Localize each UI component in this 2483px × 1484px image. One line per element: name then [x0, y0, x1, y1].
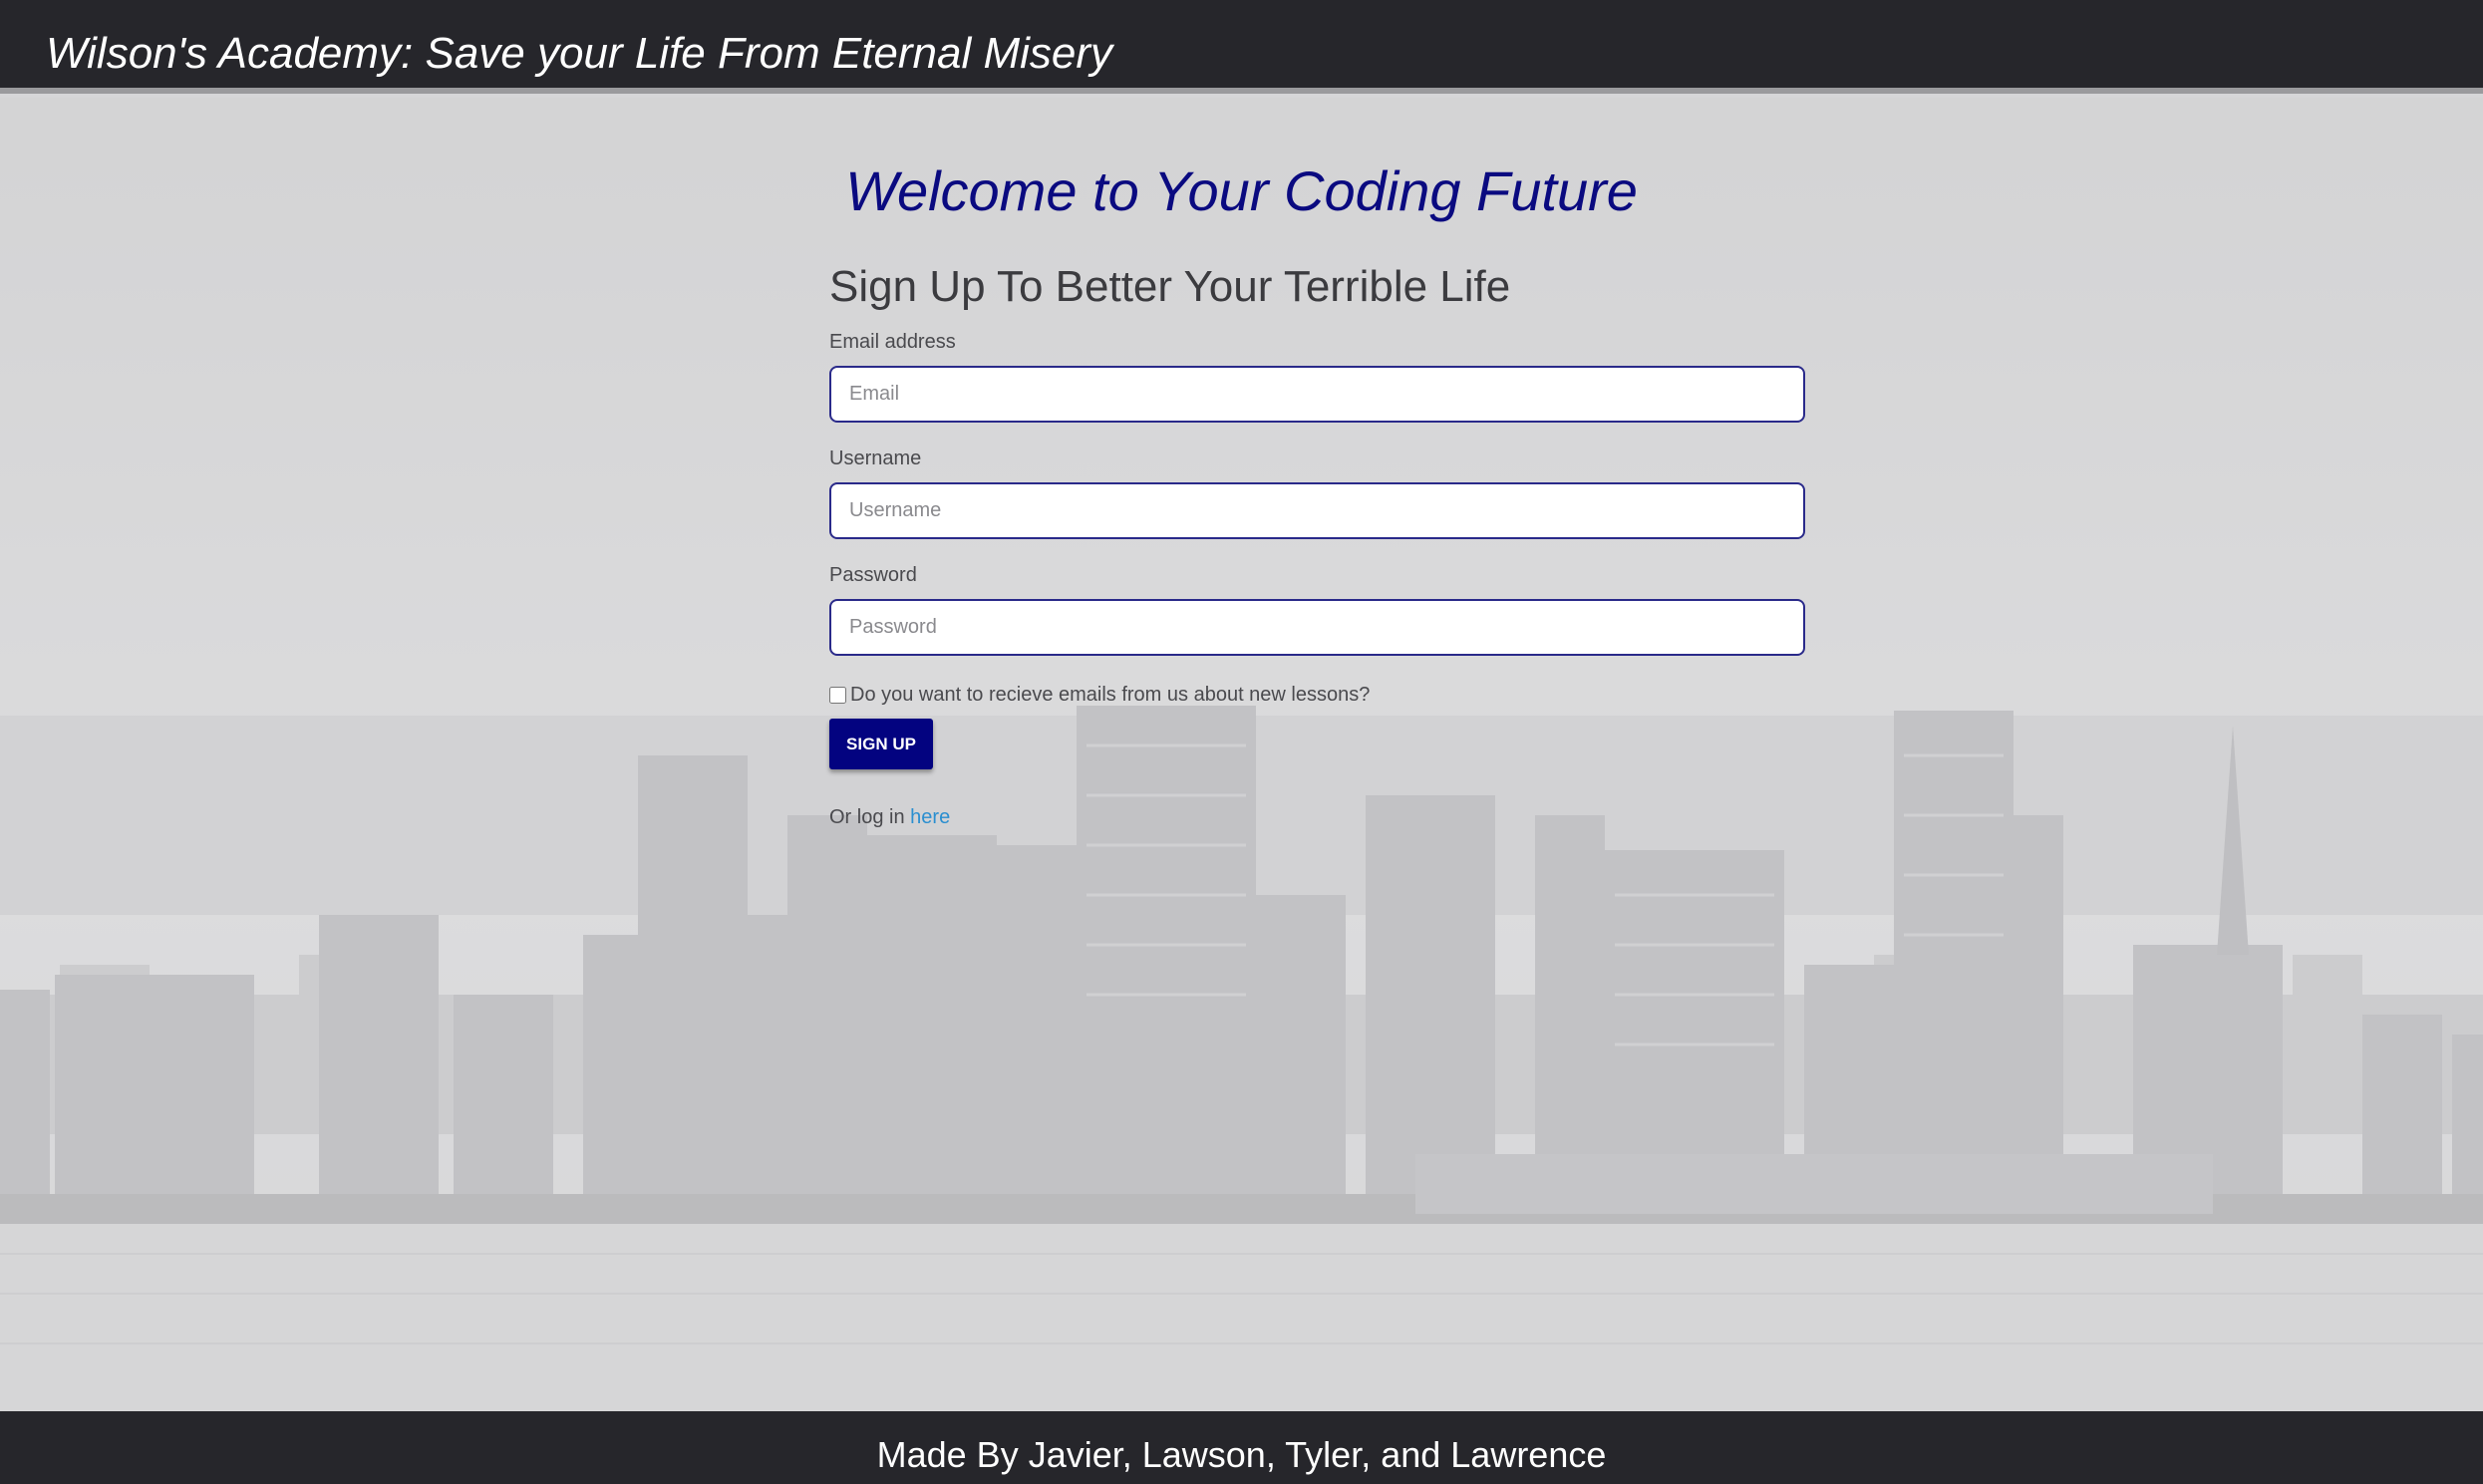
- site-brand[interactable]: Wilson's Academy: Save your Life From Et…: [46, 26, 1112, 82]
- username-input[interactable]: [829, 482, 1805, 539]
- newsletter-option: Do you want to recieve emails from us ab…: [829, 683, 1370, 707]
- username-label: Username: [829, 447, 922, 469]
- footer: Made By Javier, Lawson, Tyler, and Lawre…: [0, 1411, 2483, 1484]
- email-label: Email address: [829, 331, 956, 353]
- login-prompt: Or log in here: [829, 804, 950, 830]
- signup-form-title: Sign Up To Better Your Terrible Life: [829, 262, 1511, 311]
- footer-credits: Made By Javier, Lawson, Tyler, and Lawre…: [876, 1434, 1607, 1475]
- signup-button[interactable]: SIGN UP: [829, 719, 933, 769]
- navbar: Wilson's Academy: Save your Life From Et…: [0, 0, 2483, 94]
- newsletter-label[interactable]: Do you want to recieve emails from us ab…: [850, 683, 1370, 707]
- newsletter-checkbox[interactable]: [829, 686, 846, 704]
- email-input[interactable]: [829, 366, 1805, 423]
- welcome-heading: Welcome to Your Coding Future: [845, 159, 1638, 222]
- login-link[interactable]: here: [910, 806, 950, 828]
- login-prefix: Or log in: [829, 806, 905, 828]
- password-input[interactable]: [829, 599, 1805, 656]
- password-label: Password: [829, 564, 917, 586]
